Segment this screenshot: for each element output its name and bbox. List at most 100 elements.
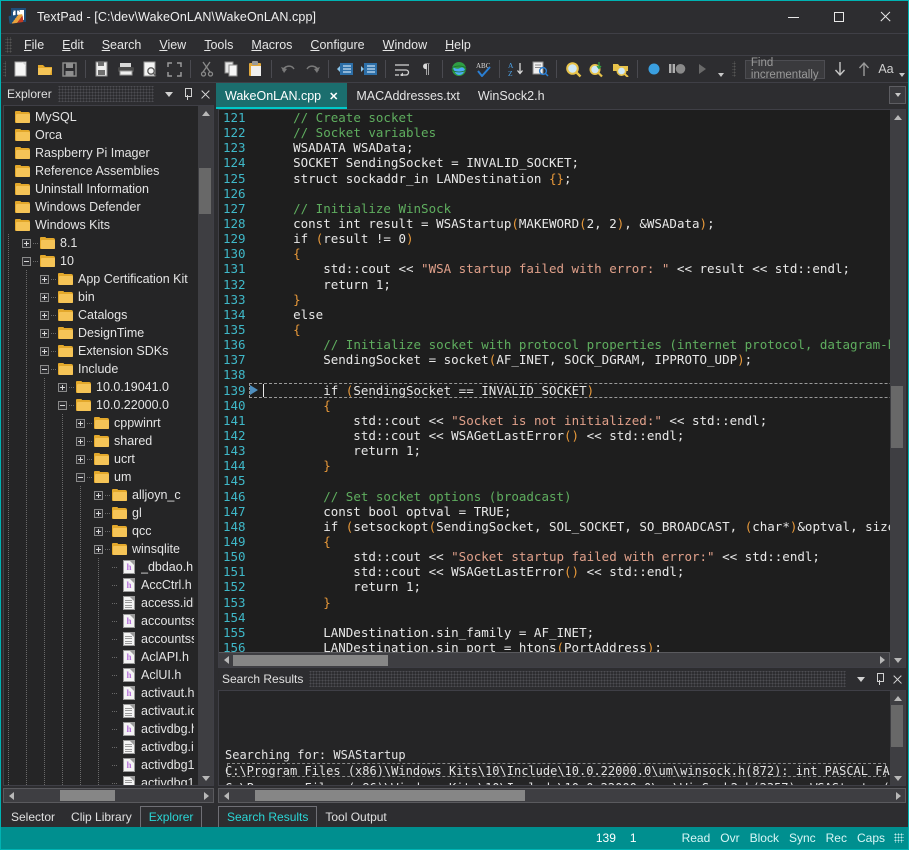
- tree-item[interactable]: shared: [4, 432, 198, 450]
- code-line[interactable]: 150 std::cout << "Socket startup failed …: [219, 549, 890, 564]
- collapse-icon[interactable]: [22, 257, 31, 266]
- outdent-icon[interactable]: [333, 57, 357, 81]
- code-line[interactable]: 154: [219, 610, 890, 625]
- tree-item[interactable]: Raspberry Pi Imager: [4, 144, 198, 162]
- cut-icon[interactable]: [195, 57, 219, 81]
- tree-item[interactable]: DesignTime: [4, 324, 198, 342]
- find-in-files-icon[interactable]: [528, 57, 552, 81]
- tree-item[interactable]: activaut.idl: [4, 702, 198, 720]
- explorer-scroll-thumb[interactable]: [199, 168, 211, 214]
- tree-item[interactable]: alljoyn_c: [4, 486, 198, 504]
- tree-item[interactable]: cppwinrt: [4, 414, 198, 432]
- find-options-icon[interactable]: [896, 57, 908, 81]
- tree-item[interactable]: hAccCtrl.h: [4, 576, 198, 594]
- editor-hscroll-track[interactable]: [233, 654, 875, 667]
- tree-item[interactable]: activdbg100.id: [4, 774, 198, 785]
- tree-item[interactable]: MySQL: [4, 108, 198, 126]
- expand-icon[interactable]: [22, 239, 31, 248]
- minimize-button[interactable]: [770, 1, 816, 33]
- maximize-button[interactable]: [816, 1, 862, 33]
- tree-item[interactable]: 10: [4, 252, 198, 270]
- tree-item[interactable]: hactivdbg100.h: [4, 756, 198, 774]
- code-line[interactable]: 147 const bool optval = TRUE;: [219, 504, 890, 519]
- expand-icon[interactable]: [76, 455, 85, 464]
- find-grip[interactable]: [732, 61, 735, 77]
- code-line[interactable]: 142 std::cout << WSAGetLastError() << st…: [219, 428, 890, 443]
- scroll-left-button[interactable]: [219, 654, 233, 667]
- search-results-menu-button[interactable]: [852, 670, 870, 688]
- scroll-left-button[interactable]: [219, 789, 233, 802]
- code-line[interactable]: 134 else: [219, 307, 890, 322]
- sr-hscroll-track[interactable]: [233, 789, 891, 802]
- tree-item[interactable]: hactivdbg.h: [4, 720, 198, 738]
- code-line[interactable]: 152 return 1;: [219, 579, 890, 594]
- match-case-button[interactable]: Aa: [876, 57, 896, 81]
- expand-icon[interactable]: [76, 437, 85, 446]
- find-next-icon[interactable]: [828, 57, 852, 81]
- editor-scroll-track[interactable]: [890, 124, 905, 653]
- scroll-up-button[interactable]: [198, 106, 213, 120]
- tree-item[interactable]: Include: [4, 360, 198, 378]
- pause-macro-icon[interactable]: [666, 57, 690, 81]
- code-line[interactable]: 146 // Set socket options (broadcast): [219, 489, 890, 504]
- new-file-icon[interactable]: [9, 57, 33, 81]
- editor-tab-wakeonlan-cpp[interactable]: WakeOnLAN.cpp✕: [216, 83, 347, 109]
- tree-item[interactable]: Reference Assemblies: [4, 162, 198, 180]
- code-line[interactable]: 156 LANDestination.sin_port = htons(Port…: [219, 640, 890, 652]
- tree-item[interactable]: qcc: [4, 522, 198, 540]
- expand-icon[interactable]: [58, 383, 67, 392]
- tree-item[interactable]: activdbg.idl: [4, 738, 198, 756]
- find-icon[interactable]: [561, 57, 585, 81]
- word-wrap-icon[interactable]: [390, 57, 414, 81]
- indent-icon[interactable]: [357, 57, 381, 81]
- code-line[interactable]: 132 return 1;: [219, 277, 890, 292]
- code-line[interactable]: 140 {: [219, 398, 890, 413]
- scroll-right-button[interactable]: [891, 789, 905, 802]
- explorer-drag-handle[interactable]: [58, 86, 154, 102]
- open-folder-icon[interactable]: [33, 57, 57, 81]
- status-overwrite-mode[interactable]: Ovr: [715, 831, 744, 845]
- search-result-line[interactable]: C:\Program Files (x86)\Windows Kits\10\I…: [225, 780, 890, 786]
- play-macro-icon[interactable]: [690, 57, 714, 81]
- scroll-up-button[interactable]: [890, 110, 905, 124]
- expand-icon[interactable]: [40, 293, 49, 302]
- code-lines[interactable]: 121 // Create socket122 // Socket variab…: [219, 110, 890, 652]
- sr-scroll-track[interactable]: [890, 705, 905, 771]
- editor-vertical-scrollbar[interactable]: [890, 110, 905, 667]
- code-line[interactable]: 149 {: [219, 534, 890, 549]
- print-preview-icon[interactable]: [138, 57, 162, 81]
- tree-item[interactable]: accountssettin: [4, 630, 198, 648]
- output-tab-tool-output[interactable]: Tool Output: [317, 806, 394, 827]
- panel-tab-clip-library[interactable]: Clip Library: [63, 806, 140, 827]
- code-line[interactable]: 129 if (result != 0): [219, 231, 890, 246]
- code-line[interactable]: 137 SendingSocket = socket(AF_INET, SOCK…: [219, 352, 890, 367]
- find-previous-icon[interactable]: [852, 57, 876, 81]
- code-line[interactable]: 143 return 1;: [219, 443, 890, 458]
- search-results-vertical-scrollbar[interactable]: [890, 691, 905, 785]
- explorer-hscroll-track[interactable]: [18, 789, 199, 802]
- status-caps-mode[interactable]: Caps: [852, 831, 890, 845]
- undo-icon[interactable]: [276, 57, 300, 81]
- scroll-down-button[interactable]: [890, 771, 905, 785]
- scroll-left-button[interactable]: [4, 789, 18, 802]
- find-incrementally-input[interactable]: Find incrementally: [745, 60, 825, 79]
- code-line[interactable]: 125 struct sockaddr_in LANDestination {}…: [219, 171, 890, 186]
- menu-tools[interactable]: Tools: [195, 36, 242, 54]
- redo-icon[interactable]: [300, 57, 324, 81]
- status-read-mode[interactable]: Read: [677, 831, 716, 845]
- search-results-drag-handle[interactable]: [309, 671, 846, 687]
- editor-tab-close-icon[interactable]: ✕: [329, 90, 338, 103]
- code-line[interactable]: 135 {: [219, 322, 890, 337]
- explorer-hscroll-thumb[interactable]: [60, 790, 115, 801]
- code-line[interactable]: 131 std::cout << "WSA startup failed wit…: [219, 261, 890, 276]
- find-next-file-icon[interactable]: [609, 57, 633, 81]
- collapse-icon[interactable]: [40, 365, 49, 374]
- code-line[interactable]: 124 SOCKET SendingSocket = INVALID_SOCKE…: [219, 155, 890, 170]
- sort-icon[interactable]: AZ: [504, 57, 528, 81]
- code-line[interactable]: 122 // Socket variables: [219, 125, 890, 140]
- scroll-down-button[interactable]: [890, 653, 905, 667]
- scroll-right-button[interactable]: [875, 654, 889, 667]
- search-result-line[interactable]: Searching for: WSAStartup: [225, 747, 890, 764]
- tree-item[interactable]: hactivaut.h: [4, 684, 198, 702]
- tree-item[interactable]: haccountssettin: [4, 612, 198, 630]
